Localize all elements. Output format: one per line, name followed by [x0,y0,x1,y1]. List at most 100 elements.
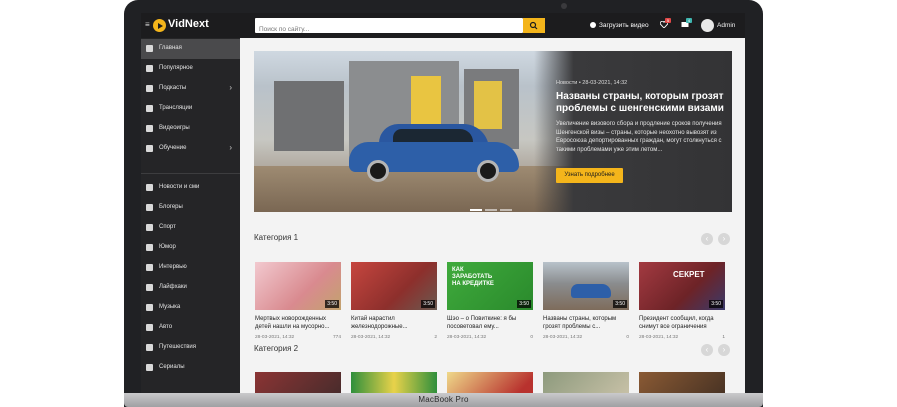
car-wheel [367,160,389,182]
slider-dot[interactable] [500,209,512,211]
video-thumbnail[interactable]: 3:50 [543,262,629,310]
podcast-icon [146,85,153,92]
hero-title[interactable]: Названы страны, которым грозят проблемы … [556,91,724,115]
car-window [393,129,473,143]
sidebar-item-podcasts[interactable]: Подкасты › [141,79,240,99]
date-text: 28-03-2021, 14:32 [543,335,583,340]
video-card[interactable]: 3:50 Китай нарастил железнодорожные... 2… [351,262,437,342]
smile-icon [146,244,153,251]
views-count: 1 [722,335,725,340]
sidebar-item-bloggers[interactable]: Блогеры [141,198,240,218]
hero-image [254,51,574,212]
video-thumbnail[interactable] [351,372,437,393]
gamepad-icon [146,125,153,132]
duration-badge: 3:50 [709,300,723,308]
date-text: 28-03-2021, 14:32 [447,335,487,340]
upload-video-button[interactable]: Загрузить видео [590,22,649,29]
sidebar-item-sport[interactable]: Спорт [141,218,240,238]
plane-icon [146,344,153,351]
video-thumbnail[interactable]: СЕКРЕТ 3:50 [639,262,725,310]
slider-dots [470,198,515,212]
sidebar: Главная Популярное Подкасты › Трансляции … [141,38,240,393]
video-meta: 28-03-2021, 14:32 774 [255,335,341,342]
sidebar-item-education[interactable]: Обучение › [141,139,240,159]
app-logo[interactable]: VidNext [168,18,209,30]
hero-meta: Новости • 28-03-2021, 14:32 [556,80,628,86]
slider-dot[interactable] [485,209,497,211]
film-icon [146,364,153,371]
notification-badge: 5 [665,18,671,23]
microphone-icon [146,264,153,271]
video-title[interactable]: Названы страны, которым грозят проблемы … [543,315,629,331]
message-badge: 4 [686,18,692,23]
sidebar-item-music[interactable]: Музыка [141,298,240,318]
users-icon [146,204,153,211]
next-arrow-icon[interactable]: › [718,344,730,356]
slider-dot[interactable] [470,209,482,211]
video-thumbnail[interactable] [447,372,533,393]
car-shape [349,124,519,184]
video-thumbnail[interactable]: 3:50 [255,262,341,310]
graduation-icon [146,145,153,152]
user-name[interactable]: Admin [717,22,735,29]
car-shape [571,284,611,298]
prev-arrow-icon[interactable]: ‹ [701,344,713,356]
car-icon [146,324,153,331]
top-bar: ≡ VidNext Загрузить видео 5 4 Admin [141,13,745,38]
video-card[interactable]: СЕКРЕТ 3:50 Президент сообщил, когда сни… [639,262,725,342]
sidebar-item-humor[interactable]: Юмор [141,238,240,258]
prev-arrow-icon[interactable]: ‹ [701,233,713,245]
sidebar-item-travel[interactable]: Путешествия [141,338,240,358]
screen: ≡ VidNext Загрузить видео 5 4 Admin Глав… [141,13,745,393]
video-thumbnail[interactable] [639,372,725,393]
search-icon [529,21,538,30]
chevron-right-icon: › [229,143,232,152]
search-input[interactable] [255,22,513,37]
sidebar-item-streams[interactable]: Трансляции [141,99,240,119]
search-box [255,18,523,37]
video-meta: 28-03-2021, 14:32 0 [543,335,629,342]
play-logo-icon [153,19,166,32]
thumbnail-caption: КАК ЗАРАБОТАТЬ НА КРЕДИТКЕ [452,267,494,287]
duration-badge: 3:50 [421,300,435,308]
sidebar-item-popular[interactable]: Популярное [141,59,240,79]
home-icon [146,45,153,52]
sidebar-item-interview[interactable]: Интервью [141,258,240,278]
laptop-base: MacBook Pro [124,393,763,407]
next-arrow-icon[interactable]: › [718,233,730,245]
chevron-right-icon: › [229,83,232,92]
video-title[interactable]: Мертвых новорожденных детей нашли на мус… [255,315,341,331]
video-thumbnail[interactable] [255,372,341,393]
views-count: 2 [434,335,437,340]
video-title[interactable]: Шэо – о Повиткине: я бы посоветовал ему.… [447,315,533,331]
duration-badge: 3:50 [613,300,627,308]
views-count: 774 [332,335,341,340]
video-thumbnail[interactable]: 3:50 [351,262,437,310]
sidebar-item-videogames[interactable]: Видеоигры [141,119,240,139]
ball-icon [146,224,153,231]
search-button[interactable] [523,18,545,33]
date-text: 28-03-2021, 14:32 [639,335,679,340]
sidebar-item-home[interactable]: Главная [141,39,240,59]
video-thumbnail[interactable] [543,372,629,393]
sidebar-item-series[interactable]: Сериалы [141,358,240,378]
music-icon [146,304,153,311]
video-title[interactable]: Президент сообщил, когда снимут все огра… [639,315,725,331]
hamburger-menu-icon[interactable]: ≡ [145,21,152,29]
duration-badge: 3:50 [325,300,339,308]
sidebar-item-news[interactable]: Новости и сми [141,178,240,198]
category-1-title: Категория 1 [254,233,299,242]
hero-slider[interactable]: Новости • 28-03-2021, 14:32 Названы стра… [254,51,732,212]
sidebar-item-lifehacks[interactable]: Лайфхаки [141,278,240,298]
video-card[interactable]: 3:50 Мертвых новорожденных детей нашли н… [255,262,341,342]
thumbnail-caption: СЕКРЕТ [673,270,705,279]
video-title[interactable]: Китай нарастил железнодорожные... [351,315,437,331]
sidebar-item-auto[interactable]: Авто [141,318,240,338]
hero-text: Новости • 28-03-2021, 14:32 Названы стра… [556,80,724,154]
avatar[interactable] [701,19,714,32]
video-thumbnail[interactable]: КАК ЗАРАБОТАТЬ НА КРЕДИТКЕ 3:50 [447,262,533,310]
upload-icon [590,22,596,28]
video-card[interactable]: КАК ЗАРАБОТАТЬ НА КРЕДИТКЕ 3:50 Шэо – о … [447,262,533,342]
learn-more-button[interactable]: Узнать подробнее [556,168,623,183]
video-card[interactable]: 3:50 Названы страны, которым грозят проб… [543,262,629,342]
